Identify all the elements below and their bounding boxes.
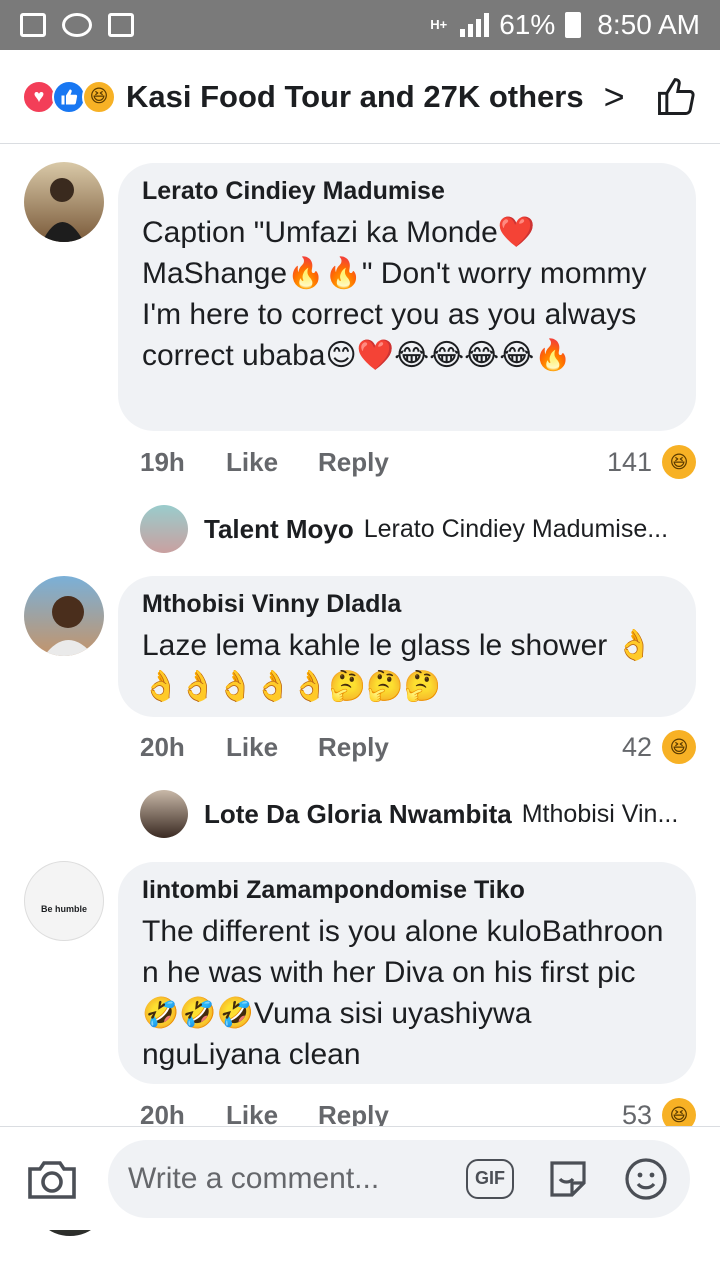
comment-text: The different is you alone kuloBathroon … bbox=[142, 915, 664, 1071]
comment-placeholder: Write a comment... bbox=[128, 1161, 380, 1195]
comment-author[interactable]: Lerato Cindiey Madumise bbox=[142, 177, 672, 206]
love-reaction-icon: ♥ bbox=[22, 79, 56, 114]
recycle-icon bbox=[108, 13, 134, 37]
avatar[interactable] bbox=[24, 162, 104, 242]
like-button[interactable]: Like bbox=[226, 447, 318, 478]
reply-preview[interactable]: Talent Moyo Lerato Cindiey Madumise... bbox=[140, 504, 700, 554]
sticker-icon[interactable] bbox=[544, 1155, 592, 1203]
haha-reaction-icon: 😆 bbox=[82, 79, 116, 114]
like-reaction-icon bbox=[52, 79, 86, 114]
comment-input[interactable]: Write a comment... GIF bbox=[108, 1139, 690, 1218]
reply-preview[interactable]: Lote Da Gloria Nwambita Mthobisi Vin... bbox=[140, 789, 700, 839]
comment-bubble[interactable]: Lerato Cindiey Madumise Caption "Umfazi … bbox=[118, 163, 696, 431]
emoji-icon[interactable] bbox=[622, 1155, 670, 1203]
camera-icon[interactable] bbox=[26, 1157, 78, 1201]
comment-text: Laze lema kahle le glass le shower 👌👌👌👌👌… bbox=[142, 629, 653, 703]
reply-text: Lerato Cindiey Madumise... bbox=[363, 514, 669, 543]
chevron-right-icon[interactable]: > bbox=[604, 76, 625, 118]
battery-icon bbox=[565, 12, 582, 38]
comment-text: Caption "Umfazi ka Monde❤️ MaShange🔥🔥" D… bbox=[142, 216, 647, 372]
reaction-summary[interactable]: ♥ 😆 Kasi Food Tour and 27K others > bbox=[0, 50, 720, 144]
comment-actions: 19h Like Reply 141 😆 bbox=[140, 444, 696, 480]
comment-bubble[interactable]: Mthobisi Vinny Dladla Laze lema kahle le… bbox=[118, 576, 696, 717]
reaction-count[interactable]: 141 bbox=[607, 447, 652, 478]
comment-time: 19h bbox=[140, 446, 185, 477]
cycle-icon bbox=[62, 13, 92, 37]
gallery-icon bbox=[20, 13, 46, 37]
like-button[interactable]: Like bbox=[226, 732, 318, 763]
comment-actions: 20h Like Reply 42 😆 bbox=[140, 729, 696, 765]
comment-author[interactable]: Mthobisi Vinny Dladla bbox=[142, 590, 672, 619]
haha-reaction-icon: 😆 bbox=[662, 730, 696, 764]
avatar bbox=[140, 505, 188, 553]
battery-percent: 61% bbox=[499, 9, 556, 40]
haha-reaction-icon: 😆 bbox=[662, 445, 696, 479]
avatar bbox=[140, 790, 188, 838]
reply-author: Talent Moyo bbox=[204, 513, 354, 544]
comment-bubble[interactable]: Iintombi Zamampondomise Tiko The differe… bbox=[118, 862, 696, 1084]
reaction-count[interactable]: 42 bbox=[622, 732, 652, 763]
comment-time: 20h bbox=[140, 731, 185, 762]
reply-author: Lote Da Gloria Nwambita bbox=[204, 798, 512, 829]
avatar[interactable]: Be humble bbox=[24, 861, 104, 941]
comment-composer: Write a comment... GIF bbox=[0, 1126, 720, 1230]
thumbs-up-icon[interactable] bbox=[654, 75, 698, 119]
network-type: H+ bbox=[430, 17, 448, 32]
reaction-summary-text: Kasi Food Tour and 27K others bbox=[126, 78, 584, 114]
status-bar: H+ 61% 8:50 AM bbox=[0, 0, 720, 50]
clock: 8:50 AM bbox=[597, 9, 700, 40]
comment-author[interactable]: Iintombi Zamampondomise Tiko bbox=[142, 876, 672, 905]
gif-label: GIF bbox=[475, 1168, 505, 1188]
avatar-caption: Be humble bbox=[40, 904, 87, 914]
reply-text: Mthobisi Vin... bbox=[521, 799, 679, 828]
avatar[interactable] bbox=[24, 576, 104, 656]
reply-button[interactable]: Reply bbox=[318, 732, 389, 763]
reply-button[interactable]: Reply bbox=[318, 447, 389, 478]
gif-icon[interactable]: GIF bbox=[466, 1158, 514, 1199]
signal-icon bbox=[460, 13, 490, 37]
